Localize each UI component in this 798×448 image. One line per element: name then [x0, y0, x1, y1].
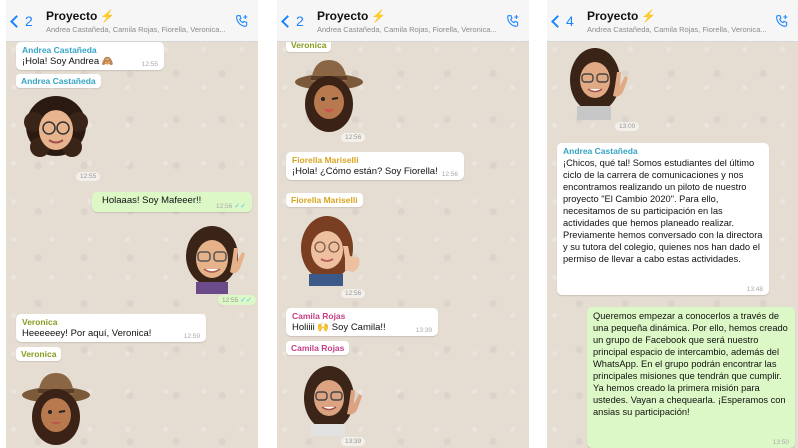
message-bubble[interactable]: Veronica Heeeeeey! Por aquí, Veronica! 1… [16, 314, 206, 342]
unread-count: 4 [566, 13, 574, 29]
add-call-icon[interactable] [774, 13, 790, 29]
sender-name: Andrea Castañeda [22, 45, 97, 55]
message-bubble[interactable]: Fiorella Mariselli ¡Hola! ¿Cómo están? S… [286, 152, 464, 180]
group-members: Andrea Castañeda, Camila Rojas, Fiorella… [317, 25, 497, 34]
read-ticks-icon: ✓✓ [240, 297, 253, 304]
chevron-left-icon [281, 15, 294, 28]
sticker-time: 13:39 [341, 437, 366, 446]
message-text: Queremos empezar a conocerlos a través d… [593, 311, 788, 417]
sticker-time: 12:55 ✓✓ [218, 295, 257, 305]
sticker-mafer[interactable] [178, 222, 252, 294]
group-title[interactable]: Proyecto ⚡ [46, 9, 115, 23]
group-title[interactable]: Proyecto ⚡ [317, 9, 386, 23]
chat-panel-1: 2 Proyecto ⚡ Andrea Castañeda, Camila Roj… [6, 0, 258, 448]
message-text: Holiiii 🙌 Soy Camila!! [292, 322, 386, 333]
sender-name: Andrea Castañeda [563, 146, 638, 156]
message-time: 12:55 [141, 61, 158, 68]
unread-count: 2 [25, 13, 33, 29]
message-time: 13:50 [772, 439, 789, 446]
bolt-icon: ⚡ [100, 9, 116, 23]
message-text: ¡Chicos, qué tal! Somos estudiantes del … [563, 158, 763, 264]
message-bubble-outgoing[interactable]: Holaaas! Soy Mafeeer!! 12:56 ✓✓ [92, 192, 252, 212]
message-text: Heeeeeey! Por aquí, Veronica! [22, 328, 152, 339]
unread-count: 2 [296, 13, 304, 29]
sticker-time: 12:55 [76, 172, 101, 181]
chat-header: 4 Proyecto ⚡ Andrea Castañeda, Camila Roj… [547, 0, 798, 42]
message-text: ¡Hola! ¿Cómo están? Soy Fiorella! [292, 166, 438, 177]
message-time: 12:59 [183, 333, 200, 340]
chat-header: 2 Proyecto ⚡ Andrea Castañeda, Camila Roj… [6, 0, 258, 42]
read-ticks-icon: ✓✓ [234, 203, 246, 210]
message-time: 13:48 [746, 286, 763, 293]
sticker-veronica[interactable] [291, 56, 367, 134]
chevron-left-icon [551, 15, 564, 28]
group-members: Andrea Castañeda, Camila Rojas, Fiorella… [46, 25, 226, 34]
chat-header: 2 Proyecto ⚡ Andrea Castañeda, Camila Roj… [277, 0, 529, 42]
sticker-andrea[interactable] [561, 44, 639, 122]
sticker-time: 12:56 [341, 133, 366, 142]
sticker-andrea[interactable] [20, 92, 92, 172]
chat-panel-3: 4 Proyecto ⚡ Andrea Castañeda, Camila Roj… [547, 0, 798, 448]
sender-tag: Andrea Castañeda [16, 74, 101, 88]
sender-name: Fiorella Mariselli [292, 155, 359, 165]
sender-tag: Camila Rojas [286, 341, 350, 355]
message-time: 12:56 ✓✓ [215, 203, 246, 210]
sender-name: Veronica [22, 317, 58, 327]
group-members: Andrea Castañeda, Camila Rojas, Fiorella… [587, 25, 767, 34]
bolt-icon: ⚡ [371, 9, 387, 23]
message-bubble[interactable]: Andrea Castañeda ¡Hola! Soy Andrea 🙈 12:… [16, 42, 164, 70]
sticker-camila[interactable] [295, 360, 371, 436]
sticker-fiorella[interactable] [293, 212, 369, 286]
group-title[interactable]: Proyecto ⚡ [587, 9, 656, 23]
chat-panel-2: 2 Proyecto ⚡ Andrea Castañeda, Camila Roj… [277, 0, 529, 448]
chevron-left-icon [10, 15, 23, 28]
sender-tag: Veronica [16, 347, 62, 361]
sender-name: Camila Rojas [292, 311, 346, 321]
message-bubble[interactable]: Andrea Castañeda ¡Chicos, qué tal! Somos… [557, 143, 769, 295]
add-call-icon[interactable] [505, 13, 521, 29]
add-call-icon[interactable] [234, 13, 250, 29]
sender-tag: Fiorella Mariselli [286, 193, 363, 207]
message-time: 12:56 [441, 171, 458, 178]
message-bubble-outgoing[interactable]: Queremos empezar a conocerlos a través d… [587, 307, 795, 448]
sticker-time: 13:00 [615, 122, 640, 131]
bolt-icon: ⚡ [641, 9, 657, 23]
sticker-veronica[interactable] [18, 365, 94, 448]
message-time: 13:39 [415, 327, 432, 334]
back-button[interactable]: 2 [10, 13, 33, 29]
back-button[interactable]: 4 [551, 13, 574, 29]
back-button[interactable]: 2 [281, 13, 304, 29]
message-bubble[interactable]: Camila Rojas Holiiii 🙌 Soy Camila!! 13:3… [286, 308, 438, 336]
sticker-time: 12:56 [341, 289, 366, 298]
message-text: ¡Hola! Soy Andrea 🙈 [22, 56, 114, 67]
